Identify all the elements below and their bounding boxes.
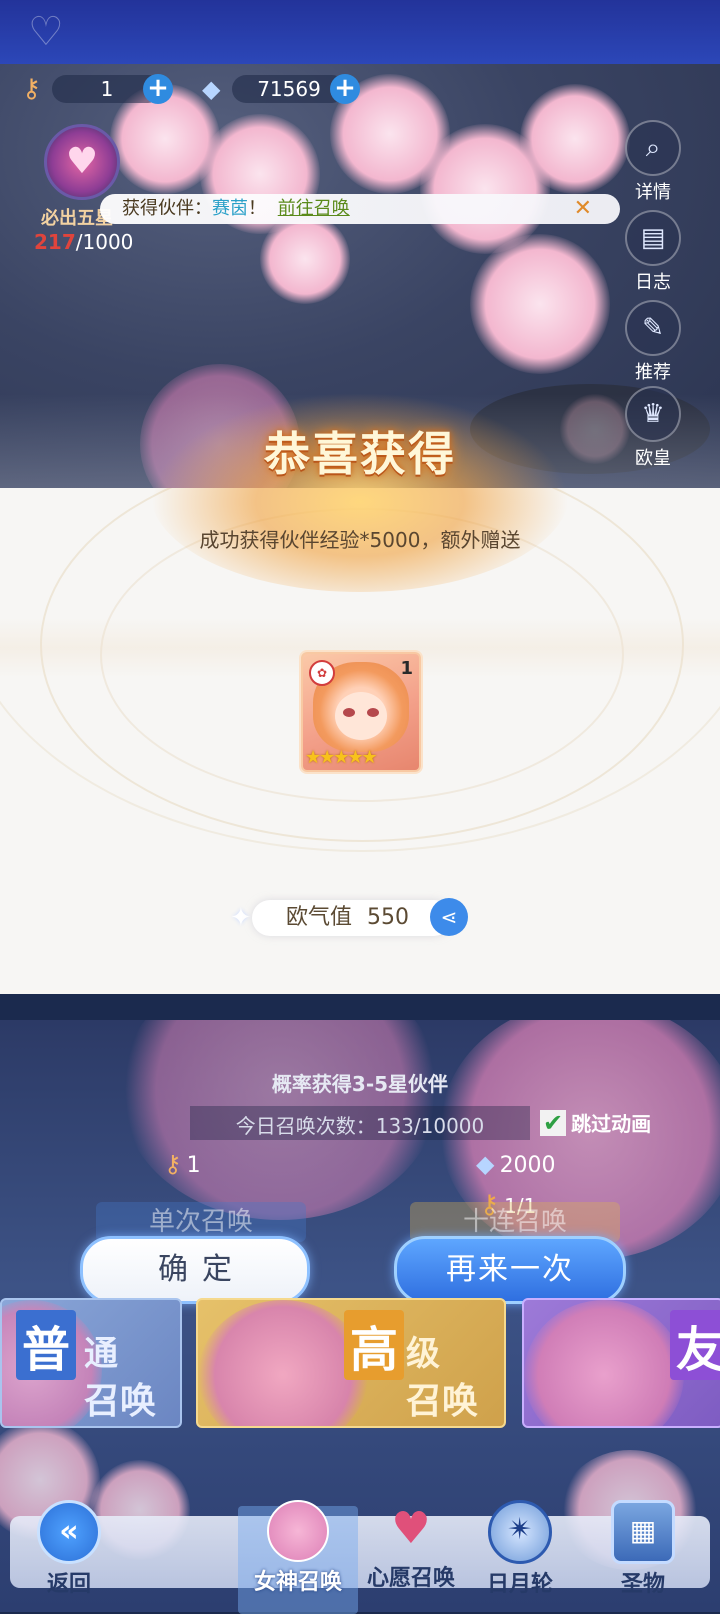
advanced-summon-small2: 召唤 — [406, 1381, 479, 1422]
details-label: 详情 — [635, 182, 671, 203]
add-key-button[interactable]: + — [143, 74, 173, 104]
log-label: 日志 — [635, 272, 671, 293]
reward-title: 恭喜获得 — [264, 427, 456, 481]
nav-back[interactable]: « 返回 — [14, 1500, 124, 1598]
nav-wish-summon[interactable]: ♥ 心愿召唤 — [352, 1500, 470, 1592]
normal-summon-big: 普 — [16, 1310, 77, 1380]
go-summon-link[interactable]: 前往召唤 — [278, 198, 350, 219]
crown-icon: ♛ — [625, 386, 681, 442]
confirm-button[interactable]: 确定 — [80, 1236, 310, 1304]
book-icon: ▤ — [625, 210, 681, 266]
nav-relics[interactable]: ▦ 圣物 — [588, 1500, 698, 1598]
skip-animation-label: 跳过动画 — [571, 1112, 652, 1136]
crystal-icon: ◆ — [202, 75, 221, 103]
nav-goddess-summon[interactable]: 女神召唤 — [238, 1500, 358, 1614]
star-rating: ★★★★★ — [305, 747, 378, 768]
notify-suffix: ！ — [248, 198, 266, 219]
relic-chest-icon: ▦ — [611, 1500, 675, 1564]
checkbox-checked-icon: ✔ — [540, 1109, 566, 1136]
lucky-king-label: 欧皇 — [635, 448, 671, 469]
goddess-portrait-icon — [267, 1500, 329, 1562]
friend-summon-card[interactable]: 友 — [522, 1298, 720, 1428]
compass-wheel-icon: ✴ — [488, 1500, 552, 1564]
ten-cost: ◆ 2000 — [476, 1150, 556, 1178]
recommend-button[interactable]: ✎ 推荐 — [618, 300, 688, 384]
recommend-label: 推荐 — [635, 362, 671, 383]
heart-logo-icon: ♡ — [28, 9, 64, 55]
pity-progress: 217/1000 — [34, 230, 144, 254]
pity-total: /1000 — [75, 230, 134, 254]
luck-number: 550 — [367, 905, 410, 930]
reward-count: 1 — [400, 658, 413, 679]
advanced-summon-big: 高 — [344, 1310, 405, 1380]
share-button[interactable]: ⋖ — [430, 898, 468, 936]
reward-partner-card[interactable]: ✿ 1 ★★★★★ — [301, 652, 421, 772]
pity-tracker[interactable]: ♥ 必出五星 217/1000 — [20, 124, 133, 254]
advanced-summon-card[interactable]: 高 级 召唤 — [196, 1298, 506, 1428]
key-icon: ⚷ — [164, 1150, 182, 1178]
log-button[interactable]: ▤ 日志 — [618, 210, 688, 294]
back-arrow-icon: « — [37, 1500, 101, 1564]
advanced-summon-small1: 级 — [406, 1334, 440, 1374]
quill-icon: ✎ — [625, 300, 681, 356]
sparkle-icon: ✦ — [230, 903, 252, 933]
share-icon: ⋖ — [440, 905, 458, 929]
nav-sun-moon-wheel[interactable]: ✴ 日月轮 — [470, 1500, 570, 1598]
top-bar: ♡ — [0, 0, 720, 64]
magnifier-icon: ⌕ — [625, 120, 681, 176]
reward-subtitle: 成功获得伙伴经验*5000，额外赠送 — [199, 528, 521, 552]
luck-value-pill: 欧气值 550 — [252, 900, 452, 936]
details-button[interactable]: ⌕ 详情 — [618, 120, 688, 204]
heart-emblem-icon: ♥ — [44, 124, 120, 200]
summon-again-button[interactable]: 再来一次 — [394, 1236, 626, 1304]
single-cost: ⚷ 1 — [164, 1150, 201, 1178]
pity-current: 217 — [34, 230, 76, 254]
add-crystal-button[interactable]: + — [330, 74, 360, 104]
skip-animation-toggle[interactable]: ✔ 跳过动画 — [540, 1108, 651, 1137]
key-icon: ⚷ — [22, 74, 42, 104]
crystal-count: 71569 — [232, 75, 346, 103]
probability-text: 概率获得3-5星伙伴 — [271, 1072, 449, 1096]
normal-summon-card[interactable]: 普 通 召唤 — [0, 1298, 182, 1428]
friend-summon-big: 友 — [670, 1310, 720, 1380]
reward-title-wrap: 恭喜获得 — [150, 392, 570, 592]
close-icon[interactable]: ✕ — [574, 194, 592, 224]
hearts-icon: ♥ — [391, 1503, 431, 1554]
crystal-icon: ◆ — [476, 1150, 495, 1178]
normal-summon-small1: 通 — [84, 1334, 118, 1374]
luck-label: 欧气值 — [286, 905, 353, 930]
lucky-king-button[interactable]: ♛ 欧皇 — [618, 386, 688, 470]
notify-prefix: 获得伙伴： — [122, 198, 212, 219]
notify-partner-name: 赛茵 — [212, 198, 248, 219]
daily-count: 今日召唤次数：133/10000 — [235, 1114, 485, 1138]
obtain-notification: 获得伙伴：赛茵！ 前往召唤 ✕ — [100, 194, 620, 224]
element-badge-icon: ✿ — [309, 660, 335, 686]
normal-summon-small2: 召唤 — [84, 1381, 157, 1422]
